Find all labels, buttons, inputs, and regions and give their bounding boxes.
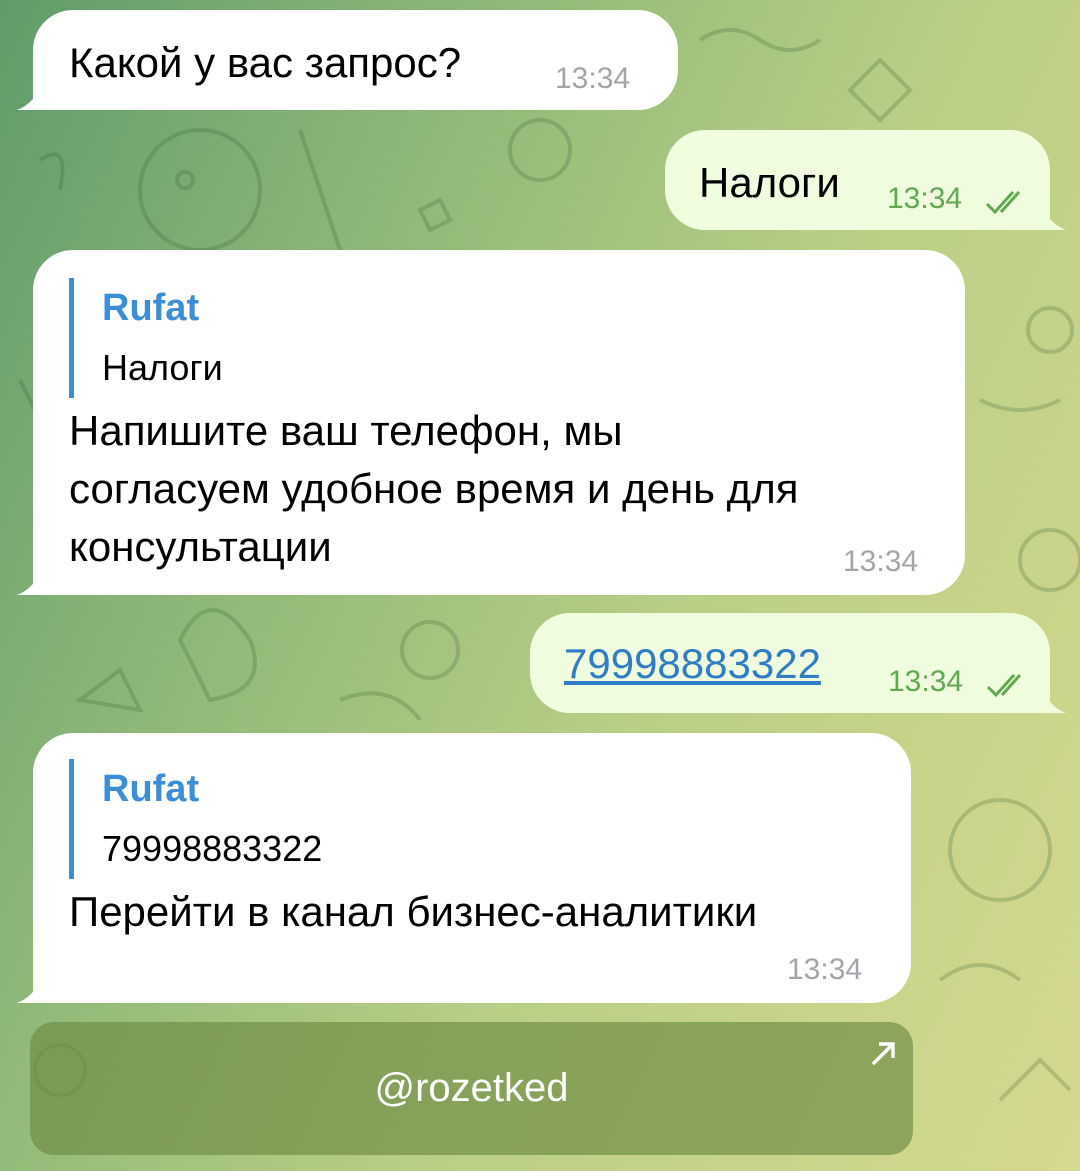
- message-time: 13:34: [888, 665, 964, 698]
- bubble-tail: [17, 86, 41, 110]
- reply-text: Налоги: [102, 347, 223, 388]
- message-bubble-incoming[interactable]: Rufat 79998883322 Перейти в канал бизнес…: [17, 733, 911, 1003]
- reply-quote[interactable]: Rufat Налоги: [69, 278, 223, 398]
- message-bubble-outgoing[interactable]: 79998883322 13:34: [530, 613, 1066, 713]
- message-bubble-incoming[interactable]: Какой у вас запрос? 13:34: [17, 10, 678, 110]
- message-bubble-outgoing[interactable]: Налоги 13:34: [665, 130, 1066, 230]
- message-time: 13:34: [555, 62, 631, 95]
- message-text: Перейти в канал бизнес-аналитики: [69, 888, 758, 935]
- phone-link[interactable]: 79998883322: [564, 635, 821, 693]
- message-time: 13:34: [787, 953, 863, 986]
- channel-link-button[interactable]: @rozetked: [30, 1022, 913, 1155]
- bubble-tail: [17, 979, 41, 1003]
- bubble-tail: [1042, 689, 1066, 713]
- bubble-tail: [17, 571, 41, 595]
- message-text-line: Напишите ваш телефон, мы: [69, 407, 623, 454]
- message-time: 13:34: [887, 182, 963, 215]
- message-time: 13:34: [843, 545, 919, 578]
- message-text-line: согласуем удобное время и день для: [69, 465, 799, 512]
- message-bubble-incoming[interactable]: Rufat Налоги Напишите ваш телефон, мы со…: [17, 250, 965, 595]
- reply-sender: Rufat: [102, 287, 200, 329]
- message-text-line: консультации: [69, 523, 332, 570]
- reply-text: 79998883322: [102, 828, 323, 869]
- message-text: Какой у вас запрос?: [69, 39, 462, 86]
- button-label: @rozetked: [374, 1066, 569, 1110]
- message-text: Налоги: [699, 159, 840, 206]
- double-check-icon: [985, 190, 1021, 215]
- double-check-icon: [986, 673, 1022, 698]
- external-arrow-icon: [871, 1042, 895, 1066]
- reply-sender: Rufat: [102, 768, 200, 810]
- bubble-tail: [1042, 206, 1066, 230]
- reply-quote[interactable]: Rufat 79998883322: [69, 759, 322, 879]
